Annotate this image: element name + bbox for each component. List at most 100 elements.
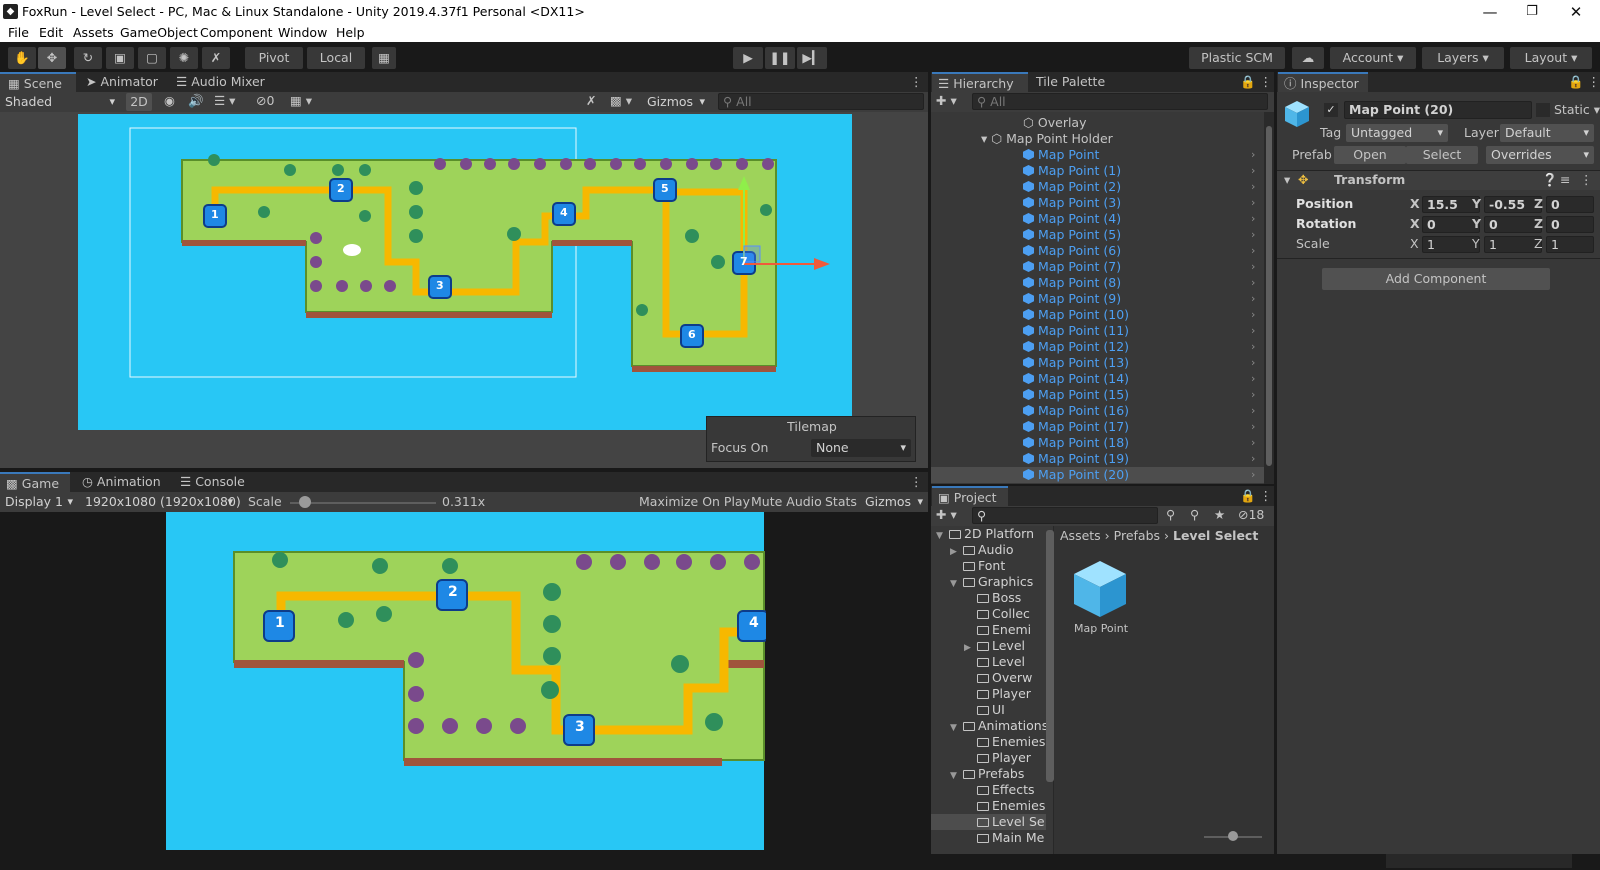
lighting-icon[interactable]: ◉: [164, 92, 175, 110]
hidden-objects-icon[interactable]: ⊘0: [256, 92, 274, 110]
scene-menu-icon[interactable]: ⋮: [910, 72, 923, 92]
grid-snap-icon[interactable]: ▦: [372, 47, 396, 69]
add-component-button[interactable]: Add Component: [1322, 268, 1550, 290]
hierarchy-item[interactable]: Map Point: [1023, 147, 1099, 163]
hierarchy-item[interactable]: Map Point (5): [1023, 227, 1121, 243]
menu-window[interactable]: Window: [278, 25, 327, 40]
hierarchy-item[interactable]: Map Point (3): [1023, 195, 1121, 211]
rect-tool-icon[interactable]: ▢: [138, 47, 166, 69]
chevron-down-icon[interactable]: ▼: [950, 768, 963, 784]
hierarchy-item[interactable]: Map Point (7): [1023, 259, 1121, 275]
chevron-right-icon[interactable]: ›: [1251, 436, 1255, 449]
transform-tool-icon[interactable]: ✺: [170, 47, 198, 69]
project-tree-item[interactable]: Enemi: [964, 622, 1031, 638]
project-tree-item[interactable]: Effects: [964, 782, 1035, 798]
prefab-select-button[interactable]: Select: [1406, 146, 1478, 164]
rotate-tool-icon[interactable]: ↻: [74, 47, 102, 69]
project-tree-scroll-thumb[interactable]: [1046, 530, 1054, 782]
chevron-right-icon[interactable]: ›: [1251, 244, 1255, 257]
chevron-down-icon[interactable]: ▼: [950, 576, 963, 592]
mute-audio-toggle[interactable]: Mute Audio: [751, 493, 822, 511]
hierarchy-item[interactable]: Map Point (10): [1023, 307, 1129, 323]
focus-on-dropdown[interactable]: None: [811, 439, 911, 457]
chevron-right-icon[interactable]: ›: [1251, 340, 1255, 353]
chevron-down-icon[interactable]: ▼: [950, 720, 963, 736]
rotation-z-field[interactable]: 0: [1546, 216, 1594, 233]
step-button[interactable]: ▶▎: [797, 47, 827, 69]
project-add-button[interactable]: ✚ ▾: [936, 506, 957, 524]
scale-z-field[interactable]: 1: [1546, 236, 1594, 253]
menu-assets[interactable]: Assets: [73, 25, 114, 40]
hierarchy-item[interactable]: Map Point (18): [1023, 435, 1129, 451]
project-tree-item[interactable]: Collec: [964, 606, 1030, 622]
scale-slider-thumb[interactable]: [298, 496, 311, 508]
hierarchy-item[interactable]: Map Point (19): [1023, 451, 1129, 467]
project-tree-item[interactable]: ▼ Prefabs: [950, 766, 1024, 782]
chevron-right-icon[interactable]: ›: [1251, 148, 1255, 161]
chevron-right-icon[interactable]: ›: [1251, 260, 1255, 273]
tab-scene[interactable]: ▦ Scene: [0, 72, 76, 92]
chevron-right-icon[interactable]: ›: [1251, 388, 1255, 401]
tab-project[interactable]: ▣ Project: [932, 486, 1008, 506]
hierarchy-item[interactable]: Map Point (11): [1023, 323, 1129, 339]
hierarchy-item-overlay[interactable]: ⬡ Overlay: [1023, 115, 1087, 131]
tab-hierarchy[interactable]: ☰ Hierarchy: [932, 72, 1028, 92]
hierarchy-item[interactable]: Map Point (13): [1023, 355, 1129, 371]
tab-animator[interactable]: ➤ Animator: [86, 72, 158, 92]
menu-component[interactable]: Component: [200, 25, 273, 40]
help-icon[interactable]: ❔: [1542, 171, 1558, 189]
project-tree-item[interactable]: Player: [964, 686, 1031, 702]
hierarchy-item[interactable]: Map Point (1): [1023, 163, 1121, 179]
hierarchy-item[interactable]: Map Point (4): [1023, 211, 1121, 227]
tab-tile-palette[interactable]: Tile Palette: [1036, 72, 1105, 92]
custom-tool-icon[interactable]: ✗: [202, 47, 230, 69]
tab-inspector[interactable]: ⓘ Inspector: [1278, 72, 1368, 92]
active-checkbox[interactable]: ✓: [1324, 103, 1338, 117]
hand-tool-icon[interactable]: ✋: [8, 47, 36, 69]
project-tree-item[interactable]: Player: [964, 750, 1031, 766]
project-tree-item[interactable]: UI: [964, 702, 1005, 718]
2d-toggle[interactable]: 2D: [126, 93, 152, 111]
hierarchy-item[interactable]: Map Point (20): [1023, 467, 1129, 483]
static-label[interactable]: Static ▾: [1554, 101, 1600, 119]
project-tree-item[interactable]: ▼ Graphics: [950, 574, 1033, 590]
layers-dropdown[interactable]: Layers ▾: [1422, 47, 1504, 69]
hierarchy-scroll-thumb[interactable]: [1266, 126, 1272, 466]
hierarchy-item[interactable]: Map Point (17): [1023, 419, 1129, 435]
hierarchy-scrollbar[interactable]: [1264, 112, 1274, 484]
object-name-field[interactable]: Map Point (20): [1344, 101, 1532, 119]
breadcrumb-assets[interactable]: Assets: [1060, 528, 1101, 543]
tab-animation[interactable]: ◷ Animation: [82, 472, 161, 492]
scene-view[interactable]: 1 2 3 4 5 6 7 Tilemap Focus On None: [0, 112, 928, 468]
hierarchy-item[interactable]: Map Point (9): [1023, 291, 1121, 307]
chevron-right-icon[interactable]: ›: [1251, 180, 1255, 193]
hierarchy-search-input[interactable]: ⚲ All: [972, 93, 1268, 110]
game-menu-icon[interactable]: ⋮: [910, 472, 923, 492]
filter-type-icon[interactable]: ⚲: [1166, 506, 1175, 524]
tools-icon[interactable]: ✗: [586, 92, 596, 110]
menu-help[interactable]: Help: [336, 25, 365, 40]
hierarchy-item[interactable]: Map Point (2): [1023, 179, 1121, 195]
hierarchy-item[interactable]: Map Point (15): [1023, 387, 1129, 403]
icon-size-thumb[interactable]: [1228, 831, 1238, 841]
project-lock-icon[interactable]: 🔒 ⋮: [1240, 486, 1272, 506]
hierarchy-item-holder[interactable]: ▾ ⬡ Map Point Holder: [981, 131, 1113, 147]
close-icon[interactable]: ✕: [1564, 2, 1588, 22]
maximize-on-play-toggle[interactable]: Maximize On Play: [639, 493, 750, 511]
project-tree-item[interactable]: Boss: [964, 590, 1021, 606]
project-search-input[interactable]: ⚲: [972, 507, 1158, 524]
position-z-field[interactable]: 0: [1546, 196, 1594, 213]
menu-file[interactable]: File: [8, 25, 29, 40]
account-dropdown[interactable]: Account ▾: [1330, 47, 1416, 69]
scene-search-input[interactable]: ⚲ All: [718, 93, 924, 110]
project-tree-item[interactable]: Level: [964, 654, 1025, 670]
tag-dropdown[interactable]: Untagged: [1346, 124, 1448, 142]
hierarchy-item[interactable]: Map Point (12): [1023, 339, 1129, 355]
grid-icon[interactable]: ▦ ▾: [290, 92, 312, 110]
hierarchy-item[interactable]: Map Point (6): [1023, 243, 1121, 259]
resolution-dropdown[interactable]: 1920x1080 (1920x1080): [80, 493, 241, 511]
shading-dropdown[interactable]: Shaded: [0, 93, 120, 111]
tab-game[interactable]: ▩ Game: [0, 472, 70, 492]
effects-icon[interactable]: ☰ ▾: [214, 92, 235, 110]
cloud-icon[interactable]: ☁: [1292, 47, 1324, 69]
